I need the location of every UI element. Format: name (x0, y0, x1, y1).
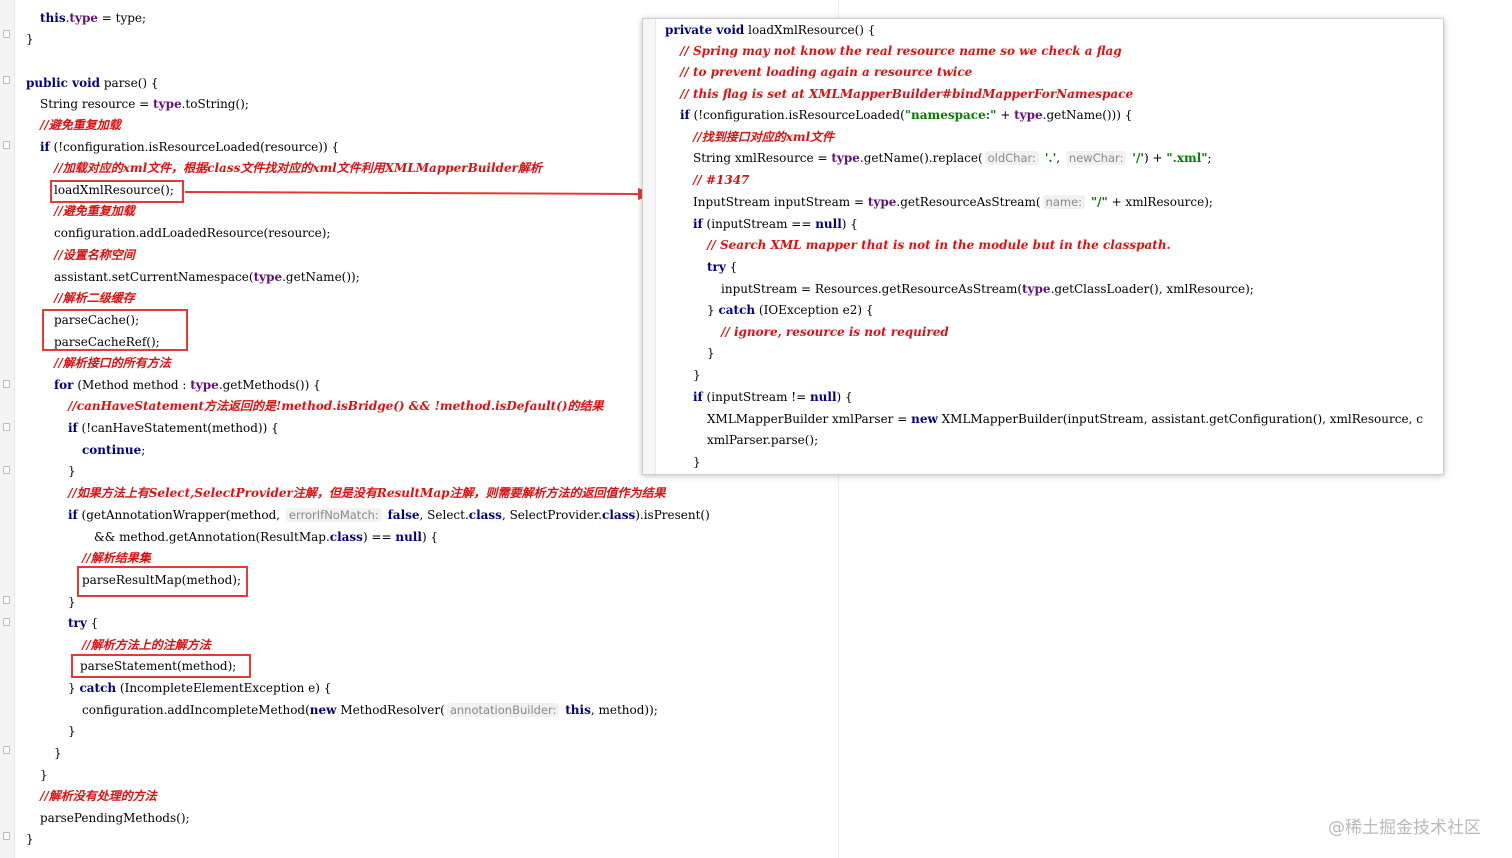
comment: // Spring may not know the real resource… (680, 44, 1122, 58)
parameter-hint: oldChar: (984, 151, 1039, 165)
code-line[interactable]: InputStream inputStream = type.getResour… (693, 194, 1213, 210)
parameter-hint: newChar: (1065, 151, 1127, 165)
comment: // Search XML mapper that is not in the … (707, 238, 1171, 252)
code-line[interactable]: // ignore, resource is not required (721, 324, 949, 340)
string-literal: "namespace:" (904, 108, 997, 122)
string-literal: '.' (1044, 151, 1057, 165)
parameter-hint: name: (1042, 195, 1086, 209)
code-preview-popup[interactable]: private void loadXmlResource() { // Sprin… (642, 18, 1444, 475)
keyword: if (693, 390, 703, 404)
keyword: if (680, 108, 690, 122)
code-text: { (725, 260, 738, 274)
code-text: String xmlResource = (693, 151, 832, 165)
code-text: XMLMapperBuilder xmlParser = (707, 412, 912, 426)
comment: // to prevent loading again a resource t… (680, 65, 973, 79)
keyword: try (707, 260, 726, 274)
code-text: loadXmlResource() { (744, 23, 876, 37)
code-text: .getName())) { (1042, 108, 1133, 122)
field-ref: type (867, 195, 897, 209)
code-text: + xmlResource); (1107, 195, 1213, 209)
popup-gutter (643, 19, 656, 474)
code-text: .getClassLoader(), xmlResource); (1050, 282, 1254, 296)
code-line[interactable]: if (!configuration.isResourceLoaded("nam… (680, 107, 1132, 123)
code-text: (inputStream == (702, 217, 816, 231)
code-line[interactable]: if (inputStream != null) { (693, 389, 853, 405)
code-text: XMLMapperBuilder(inputStream, assistant.… (937, 412, 1423, 426)
code-text: ) + (1144, 151, 1167, 165)
code-text: } (693, 368, 701, 382)
comment: // this flag is set at XMLMapperBuilder#… (680, 87, 1134, 101)
code-text: ) { (841, 217, 858, 231)
code-text: InputStream inputStream = (693, 195, 868, 209)
keyword: private void (665, 23, 745, 37)
code-line[interactable]: if (inputStream == null) { (693, 216, 858, 232)
field-ref: type (1014, 108, 1043, 122)
code-text: (IOException e2) { (755, 303, 874, 317)
field-ref: type (1022, 282, 1051, 296)
code-text: ; (1207, 151, 1212, 165)
comment: //找到接口对应的xml文件 (693, 130, 835, 144)
keyword: catch (718, 303, 756, 317)
code-line[interactable]: xmlParser.parse(); (707, 432, 818, 448)
keyword: if (693, 217, 703, 231)
keyword: null (815, 217, 842, 231)
comment: // #1347 (693, 173, 750, 187)
code-line[interactable]: // Search XML mapper that is not in the … (707, 237, 1171, 253)
comment: // ignore, resource is not required (721, 325, 949, 339)
code-line[interactable]: } (693, 367, 701, 383)
code-text: (!configuration.isResourceLoaded( (689, 108, 905, 122)
code-line[interactable]: } (707, 345, 715, 361)
code-line[interactable]: XMLMapperBuilder xmlParser = new XMLMapp… (707, 411, 1423, 427)
code-text: , (1056, 151, 1064, 165)
keyword: new (911, 412, 938, 426)
code-line[interactable]: inputStream = Resources.getResourceAsStr… (721, 281, 1254, 297)
field-ref: type (831, 151, 860, 165)
code-line[interactable]: } (693, 454, 701, 470)
code-text: inputStream = Resources.getResourceAsStr… (721, 282, 1023, 296)
code-text: } (707, 346, 715, 360)
code-text: ) { (836, 390, 853, 404)
code-line[interactable]: // to prevent loading again a resource t… (680, 64, 972, 80)
string-literal: "/" (1090, 195, 1108, 209)
code-line[interactable]: // #1347 (693, 172, 749, 188)
code-line[interactable]: String xmlResource = type.getName().repl… (693, 150, 1212, 166)
code-line[interactable]: } catch (IOException e2) { (707, 302, 874, 318)
code-line[interactable]: // Spring may not know the real resource… (680, 43, 1122, 59)
code-line[interactable]: //找到接口对应的xml文件 (693, 129, 834, 145)
keyword: null (809, 390, 837, 404)
code-line[interactable]: private void loadXmlResource() { (665, 22, 875, 38)
string-literal: '/' (1132, 151, 1145, 165)
string-literal: ".xml" (1166, 151, 1208, 165)
pointer-arrow-line (184, 191, 641, 195)
watermark: @稀土掘金技术社区 (1328, 818, 1481, 838)
code-text: (inputStream != (702, 390, 810, 404)
code-text: } (693, 455, 701, 469)
code-text: .getName().replace( (859, 151, 983, 165)
code-text: xmlParser.parse(); (707, 433, 819, 447)
code-text: .getResourceAsStream( (896, 195, 1041, 209)
code-text: } (707, 303, 719, 317)
code-text: + (996, 108, 1015, 122)
code-line[interactable]: // this flag is set at XMLMapperBuilder#… (680, 86, 1133, 102)
code-line[interactable]: try { (707, 259, 737, 275)
